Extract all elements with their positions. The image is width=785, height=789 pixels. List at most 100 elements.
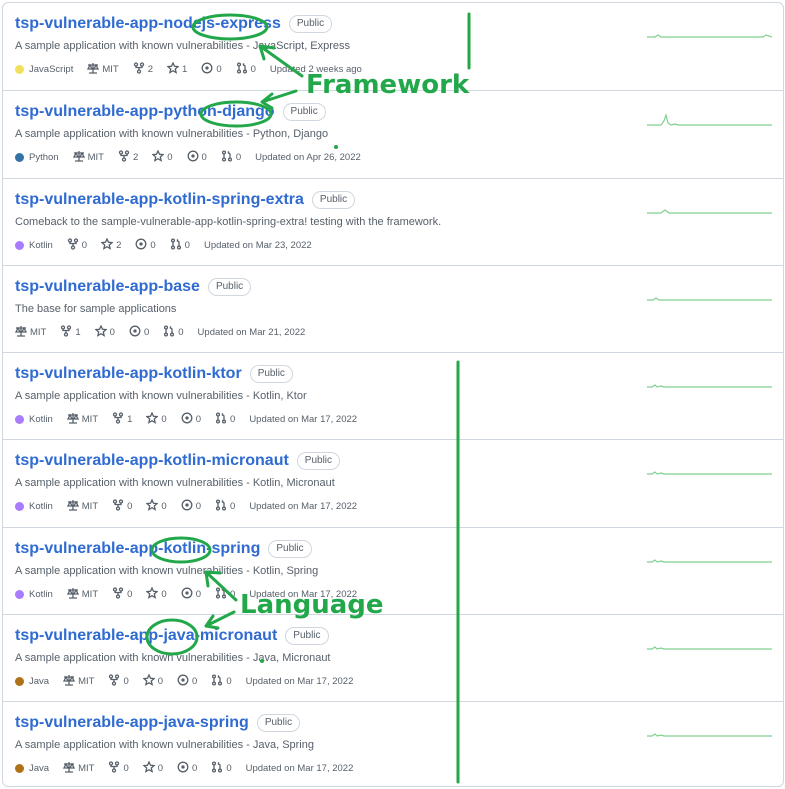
repo-forks[interactable]: 1	[112, 412, 132, 427]
license-label: MIT	[81, 588, 99, 600]
activity-sparkline	[647, 646, 772, 650]
repo-forks[interactable]: 0	[67, 237, 87, 253]
repo-language: Python	[15, 152, 59, 163]
language-label: Kotlin	[29, 239, 53, 251]
law-icon	[66, 499, 82, 514]
fork-icon	[108, 761, 123, 776]
repo-pulls[interactable]: 0	[215, 412, 235, 427]
license-label: MIT	[78, 763, 95, 775]
language-color-dot	[15, 65, 24, 74]
repo-stars[interactable]: 0	[145, 498, 167, 514]
repo-stars[interactable]: 0	[145, 411, 167, 427]
repo-meta: Kotlin MIT 1 0 0 0 Updated on Mar 17, 2022	[15, 411, 371, 427]
repo-stars[interactable]: 0	[151, 149, 173, 165]
repo-pulls[interactable]: 0	[163, 325, 184, 340]
repo-name-link[interactable]: tsp-vulnerable-app-base	[15, 278, 200, 296]
repo-pulls[interactable]: 0	[221, 150, 241, 165]
repo-name-link[interactable]: tsp-vulnerable-app-kotlin-ktor	[15, 365, 242, 383]
repo-description: A sample application with known vulnerab…	[15, 40, 351, 52]
repo-issues[interactable]: 0	[129, 325, 149, 340]
repo-language: Kotlin	[15, 414, 53, 425]
repo-issues[interactable]: 0	[177, 761, 197, 776]
repo-forks[interactable]: 0	[108, 674, 129, 689]
repo-name-link[interactable]: tsp-vulnerable-app-kotlin-spring-extra	[15, 191, 304, 209]
repo-forks[interactable]: 0	[108, 761, 129, 776]
repo-pulls[interactable]: 0	[215, 587, 235, 602]
repo-pulls[interactable]: 0	[215, 499, 235, 514]
repo-pulls[interactable]: 0	[211, 674, 232, 689]
repo-stars[interactable]: 0	[145, 586, 167, 602]
repo-updated: Updated on Mar 21, 2022	[197, 326, 306, 338]
repo-updated: Updated on Mar 17, 2022	[249, 414, 358, 426]
repo-item: tsp-vulnerable-app-kotlin-ktor Public A …	[3, 352, 783, 439]
repo-stars[interactable]: 1	[166, 61, 187, 77]
language-color-dot	[15, 589, 24, 599]
language-label: JavaScript	[29, 64, 74, 75]
repo-license[interactable]: MIT	[72, 150, 104, 165]
issues-count: 0	[192, 676, 198, 688]
repo-issues[interactable]: 0	[181, 499, 201, 514]
repo-stars[interactable]: 0	[94, 324, 115, 340]
repo-description: A sample application with known vulnerab…	[15, 739, 314, 752]
repo-pulls[interactable]: 0	[236, 62, 256, 77]
repo-language: Java	[15, 763, 49, 774]
repo-stars[interactable]: 0	[142, 673, 163, 689]
pull-request-icon	[163, 325, 178, 340]
repo-stars[interactable]: 0	[142, 760, 163, 776]
repo-issues[interactable]: 0	[181, 412, 201, 427]
repo-license[interactable]: MIT	[66, 499, 98, 514]
repo-name-link[interactable]: tsp-vulnerable-app-kotlin-micronaut	[15, 452, 289, 470]
repo-meta: MIT 1 0 0 0 Updated on Mar 21, 2022	[14, 324, 319, 340]
repo-name-link[interactable]: tsp-vulnerable-app-java-spring	[15, 714, 249, 732]
repo-license[interactable]: MIT	[66, 412, 98, 427]
visibility-badge: Public	[268, 539, 312, 558]
repo-forks[interactable]: 2	[118, 150, 138, 165]
repo-license[interactable]: MIT	[66, 587, 99, 602]
forks-count: 1	[127, 414, 133, 426]
forks-count: 0	[123, 763, 129, 775]
language-label: Kotlin	[29, 501, 53, 513]
repo-name-link[interactable]: tsp-vulnerable-app-java-micronaut	[15, 627, 277, 645]
repo-pulls[interactable]: 0	[170, 238, 190, 253]
stars-count: 0	[161, 501, 167, 513]
issue-icon	[181, 499, 196, 514]
repo-forks[interactable]: 2	[133, 62, 153, 77]
repo-meta: Kotlin 0 2 0 0 Updated on Mar 23, 2022	[15, 237, 326, 253]
repo-license[interactable]: MIT	[63, 761, 94, 776]
repo-forks[interactable]: 0	[112, 587, 132, 602]
repo-license[interactable]: MIT	[63, 674, 94, 689]
law-icon	[63, 761, 78, 776]
repo-name-link[interactable]: tsp-vulnerable-app-python-django	[15, 103, 275, 121]
issue-icon	[187, 150, 202, 165]
visibility-badge: Public	[207, 277, 252, 296]
repo-name-link[interactable]: tsp-vulnerable-app-kotlin-spring	[15, 540, 260, 558]
repo-issues[interactable]: 0	[135, 238, 156, 253]
repo-description: A sample application with known vulnerab…	[15, 564, 319, 577]
pulls-count: 0	[235, 152, 242, 164]
pull-request-icon	[170, 238, 185, 253]
repo-issues[interactable]: 0	[177, 674, 197, 689]
repo-issues[interactable]: 0	[187, 150, 207, 165]
repo-name-link[interactable]: tsp-vulnerable-app-nodejs-express	[15, 15, 281, 33]
visibility-badge: Public	[285, 627, 329, 646]
repo-license[interactable]: MIT	[14, 325, 46, 340]
fork-icon	[108, 674, 123, 689]
visibility-badge: Public	[311, 190, 356, 209]
repo-pulls[interactable]: 0	[211, 761, 232, 776]
repo-forks[interactable]: 1	[60, 325, 81, 340]
language-label: Kotlin	[29, 414, 53, 426]
stars-count: 0	[109, 326, 115, 338]
repo-description: A sample application with known vulnerab…	[15, 128, 329, 141]
language-annotation-label: Language	[240, 590, 384, 620]
repo-license[interactable]: MIT	[87, 62, 119, 77]
repo-issues[interactable]: 0	[181, 587, 201, 602]
law-icon	[66, 587, 82, 602]
repo-language: Kotlin	[15, 589, 53, 600]
pulls-count: 0	[230, 414, 236, 426]
repo-issues[interactable]: 0	[201, 62, 222, 77]
forks-count: 0	[127, 501, 133, 513]
language-label: Kotlin	[29, 588, 53, 600]
activity-sparkline	[647, 34, 772, 38]
repo-stars[interactable]: 2	[100, 237, 121, 253]
repo-forks[interactable]: 0	[112, 499, 132, 514]
